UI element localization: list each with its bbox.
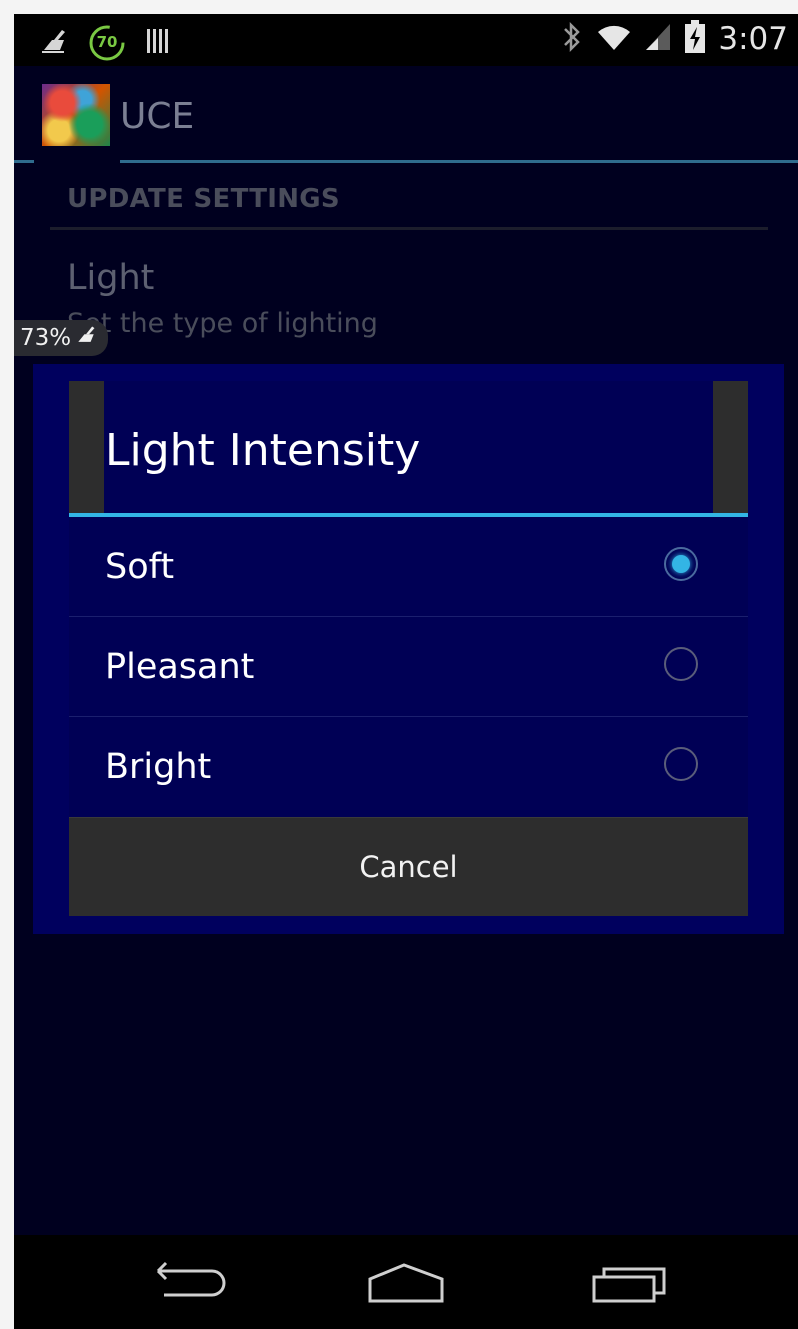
option-bright[interactable]: Bright <box>69 717 748 817</box>
preference-category: UPDATE SETTINGS <box>67 184 340 214</box>
option-pleasant[interactable]: Pleasant <box>69 617 748 717</box>
option-label: Bright <box>105 747 212 787</box>
dialog-header-edge-right <box>713 381 748 513</box>
action-bar-divider-left <box>14 160 34 163</box>
dialog-header-edge-left <box>69 381 104 513</box>
option-soft[interactable]: Soft <box>69 517 748 617</box>
navigation-bar <box>14 1235 798 1329</box>
battery-saver-value: 70 <box>96 33 118 51</box>
barcode-icon <box>146 27 172 59</box>
dialog-header: Light Intensity <box>69 381 748 513</box>
home-icon[interactable] <box>364 1257 454 1307</box>
action-bar: UCE <box>14 66 798 162</box>
battery-charging-icon <box>684 20 706 58</box>
radio-selected-icon[interactable] <box>664 547 698 581</box>
battery-overlay-widget[interactable]: 73% <box>14 320 108 356</box>
radio-unselected-icon[interactable] <box>664 747 698 781</box>
app-logo-icon[interactable] <box>42 84 110 146</box>
light-intensity-dialog: Light Intensity Soft Pleasant Bright Can… <box>69 381 748 916</box>
status-bar: 70 3:07 <box>14 14 798 66</box>
option-label: Soft <box>105 547 175 587</box>
option-label: Pleasant <box>105 647 255 687</box>
dialog-options-list: Soft Pleasant Bright <box>69 517 748 817</box>
recents-icon[interactable] <box>590 1257 680 1307</box>
preference-light-summary: Set the type of lighting <box>67 308 378 339</box>
dialog-title: Light Intensity <box>105 425 421 476</box>
cleaner-icon <box>40 28 68 58</box>
wifi-icon <box>596 22 632 56</box>
radio-unselected-icon[interactable] <box>664 647 698 681</box>
action-bar-divider <box>120 160 798 163</box>
bluetooth-icon <box>560 20 584 58</box>
phone-screen: 70 3:07 UCE UPDATE SETTINGS Light Set th… <box>14 14 798 1329</box>
category-divider <box>50 227 768 230</box>
battery-saver-icon: 70 <box>88 24 126 62</box>
preference-light-title[interactable]: Light <box>67 258 154 298</box>
status-clock: 3:07 <box>718 21 788 57</box>
cancel-button[interactable]: Cancel <box>69 817 748 916</box>
back-icon[interactable] <box>146 1257 236 1307</box>
cleaner-icon <box>75 325 97 351</box>
app-title: UCE <box>120 96 195 137</box>
battery-overlay-percent: 73% <box>20 325 72 351</box>
signal-icon <box>644 22 672 56</box>
